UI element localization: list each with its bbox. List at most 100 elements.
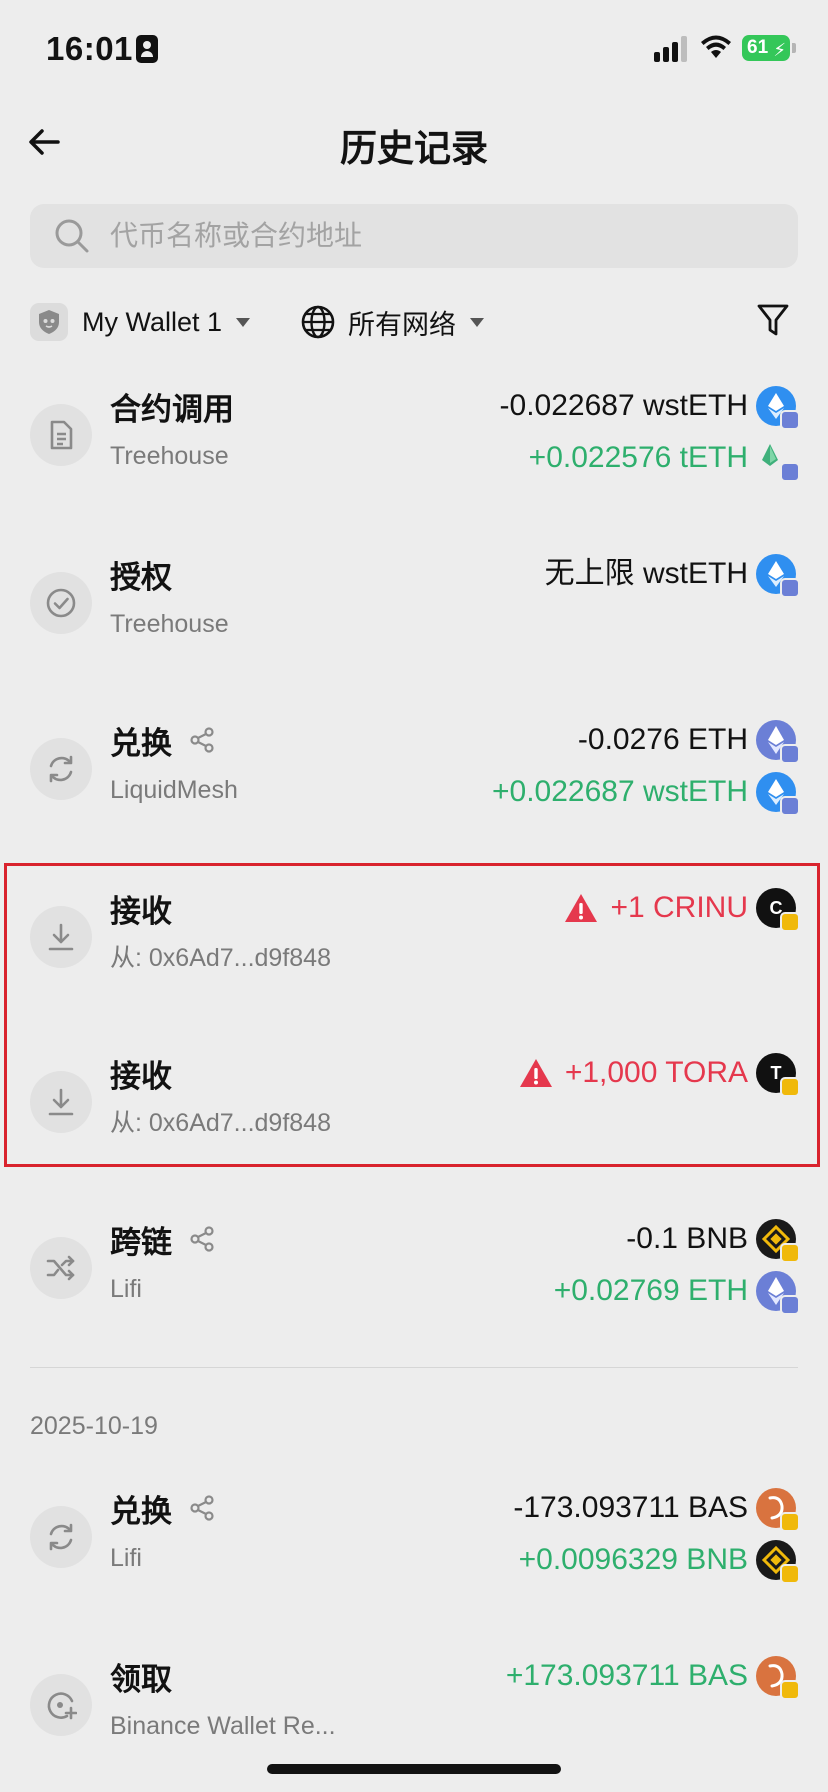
- bnb-chain-icon: [780, 1680, 800, 1700]
- wsteth-token-icon: [756, 772, 800, 816]
- transaction-sender: 从: 0x6Ad7...d9f848: [110, 1109, 331, 1137]
- wallet-name: My Wallet 1: [82, 306, 223, 337]
- wsteth-token-icon: [756, 554, 800, 598]
- search-icon: [55, 219, 89, 253]
- transaction-type-badge: [30, 906, 92, 968]
- transaction-row[interactable]: 接收 从: 0x6Ad7...d9f848 +1,000 TORA T: [0, 1051, 828, 1171]
- transaction-type: 授权: [110, 559, 172, 595]
- transaction-type-wrap: 兑换: [110, 1486, 216, 1530]
- crinu-token-icon: C: [756, 888, 800, 932]
- transaction-row[interactable]: 合约调用 Treehouse -0.022687 wstETH +0.02257…: [0, 384, 828, 504]
- ethereum-chain-icon: [780, 578, 800, 598]
- transaction-type-wrap: 兑换: [110, 718, 216, 762]
- teth-token-icon: [756, 438, 800, 482]
- ethereum-chain-icon: [780, 462, 800, 482]
- wsteth-token-icon: [756, 386, 800, 430]
- eth-token-icon: [756, 720, 800, 764]
- share-icon[interactable]: [188, 726, 216, 754]
- transaction-type: 领取: [110, 1661, 172, 1697]
- filter-button[interactable]: [756, 302, 790, 343]
- transaction-row[interactable]: 授权 Treehouse 无上限 wstETH: [0, 552, 828, 672]
- amount-text: +1 CRINU: [610, 891, 748, 924]
- transaction-type: 兑换: [110, 725, 172, 761]
- transaction-type: 接收: [110, 1058, 172, 1094]
- status-time: 16:01: [46, 30, 133, 67]
- transaction-type-badge: [30, 1506, 92, 1568]
- transaction-counterparty: Lifi: [110, 1275, 142, 1303]
- history-page: 16:01 61 ⚡ 历史记录 代币名称或合约地址 My Wallet 1 所有…: [0, 0, 828, 1792]
- transaction-type: 兑换: [110, 1493, 172, 1529]
- transaction-counterparty: Binance Wallet Re...: [110, 1712, 336, 1740]
- wifi-icon: [701, 35, 731, 58]
- search-bar[interactable]: [30, 204, 798, 268]
- bnb-token-icon: [756, 1540, 800, 1584]
- amount-in: +173.093711 BAS: [505, 1659, 748, 1692]
- transaction-type-wrap: 跨链: [110, 1217, 216, 1261]
- tora-token-icon: T: [756, 1053, 800, 1097]
- home-indicator: [267, 1764, 561, 1774]
- section-divider: [30, 1367, 798, 1368]
- transaction-type-badge: [30, 1237, 92, 1299]
- contact-card-icon: [136, 35, 158, 63]
- page-title: 历史记录: [340, 128, 488, 169]
- battery-icon: 61 ⚡: [742, 35, 796, 61]
- eth-token-icon: [756, 1271, 800, 1315]
- transaction-row[interactable]: 兑换 Lifi -173.093711 BAS +0.0096329 BNB: [0, 1486, 828, 1606]
- bnb-chain-icon: [780, 912, 800, 932]
- date-group-header: 2025-10-19: [30, 1412, 158, 1440]
- amount-in: +0.0096329 BNB: [518, 1543, 748, 1576]
- amount-out: -0.1 BNB: [626, 1222, 748, 1255]
- wallet-selector[interactable]: My Wallet 1: [30, 300, 251, 344]
- amount-out: -0.022687 wstETH: [499, 389, 748, 422]
- battery-level: 61: [747, 37, 769, 58]
- globe-icon: [301, 305, 335, 339]
- bas-token-icon: [756, 1656, 800, 1700]
- check-circle-icon: [46, 588, 76, 618]
- transaction-type: 跨链: [110, 1224, 172, 1260]
- amount-out: -0.0276 ETH: [577, 723, 748, 756]
- warning-icon: [565, 894, 598, 922]
- transaction-type-badge: [30, 1071, 92, 1133]
- transaction-type-badge: [30, 1674, 92, 1736]
- download-icon: [48, 1088, 74, 1116]
- transaction-counterparty: Treehouse: [110, 442, 229, 470]
- wallet-avatar: [30, 303, 68, 341]
- bnb-chain-icon: [780, 1077, 800, 1097]
- claim-icon: [47, 1692, 77, 1720]
- transaction-row[interactable]: 接收 从: 0x6Ad7...d9f848 +1 CRINU C: [0, 886, 828, 1006]
- amount-in: +0.022687 wstETH: [492, 775, 748, 808]
- search-input[interactable]: [110, 204, 770, 268]
- transaction-type-badge: [30, 572, 92, 634]
- transaction-row[interactable]: 领取 Binance Wallet Re... +173.093711 BAS: [0, 1654, 828, 1774]
- transaction-row[interactable]: 兑换 LiquidMesh -0.0276 ETH +0.022687 wstE…: [0, 718, 828, 838]
- ethereum-chain-icon: [780, 744, 800, 764]
- bas-token-icon: [756, 1488, 800, 1532]
- transaction-type-badge: [30, 738, 92, 800]
- status-bar: 16:01 61 ⚡: [0, 0, 828, 100]
- transaction-row[interactable]: 跨链 Lifi -0.1 BNB +0.02769 ETH: [0, 1217, 828, 1337]
- transaction-counterparty: LiquidMesh: [110, 776, 238, 804]
- bnb-chain-icon: [780, 1564, 800, 1584]
- amount-out: -173.093711 BAS: [513, 1491, 748, 1524]
- transaction-counterparty: Lifi: [110, 1544, 142, 1572]
- filter-icon: [757, 304, 789, 336]
- transaction-type: 接收: [110, 893, 172, 929]
- ethereum-chain-icon: [780, 410, 800, 430]
- ethereum-chain-icon: [780, 796, 800, 816]
- amount-text: +1,000 TORA: [564, 1056, 748, 1089]
- share-icon[interactable]: [188, 1494, 216, 1522]
- bnb-token-icon: [756, 1219, 800, 1263]
- network-selector[interactable]: 所有网络: [300, 300, 484, 344]
- amount-in: +0.022576 tETH: [528, 441, 748, 474]
- document-icon: [50, 420, 73, 450]
- approval-amount: 无上限 wstETH: [544, 557, 748, 590]
- chevron-down-icon: [470, 317, 484, 327]
- transaction-counterparty: Treehouse: [110, 610, 229, 638]
- transaction-sender: 从: 0x6Ad7...d9f848: [110, 944, 331, 972]
- transaction-type-badge: [30, 404, 92, 466]
- bnb-chain-icon: [780, 1512, 800, 1532]
- swap-icon: [49, 755, 73, 783]
- cellular-signal-icon: [654, 36, 688, 62]
- chevron-down-icon: [236, 317, 251, 327]
- share-icon[interactable]: [188, 1225, 216, 1253]
